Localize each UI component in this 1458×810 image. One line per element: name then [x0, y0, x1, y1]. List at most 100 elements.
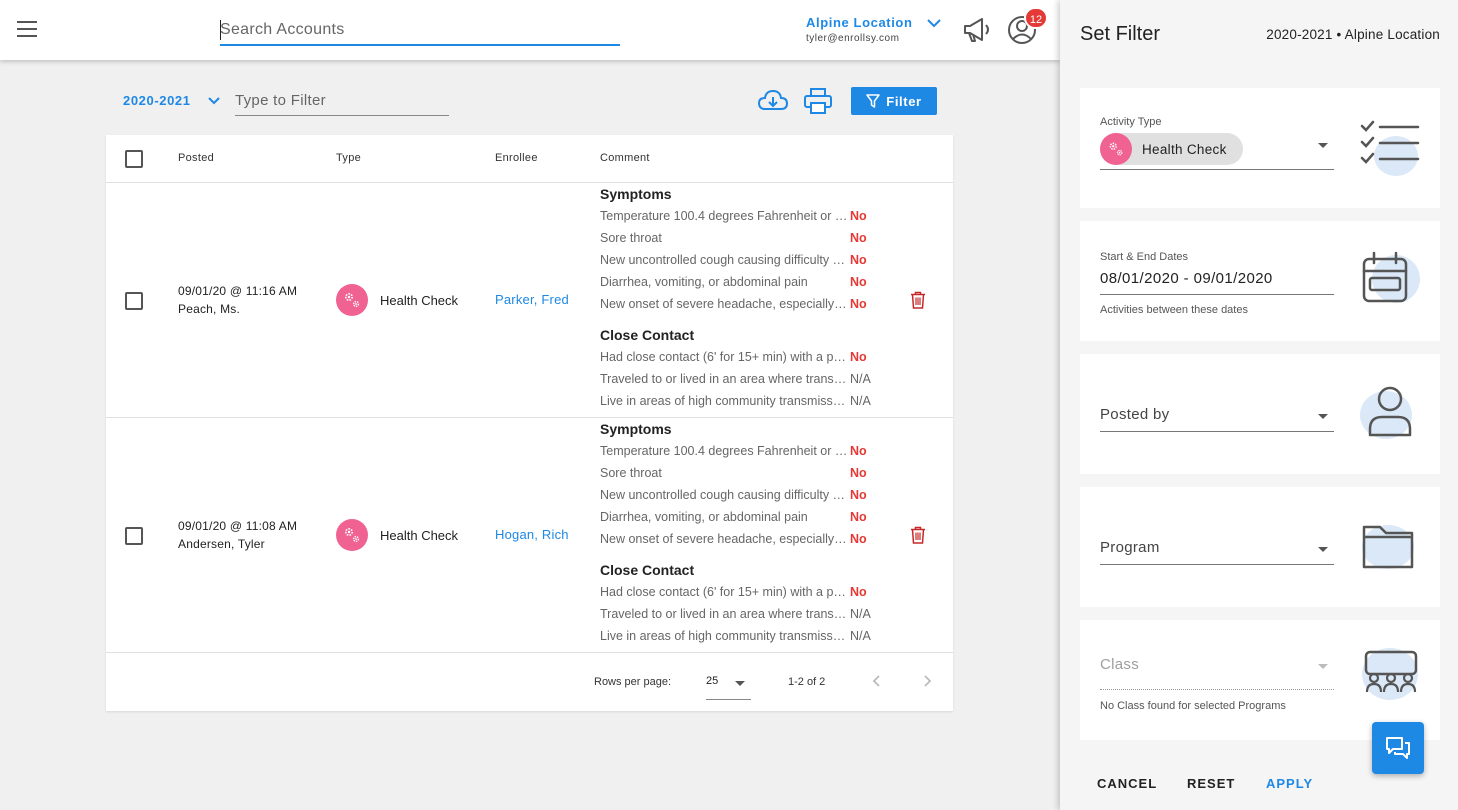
dropdown-arrow-icon: [1318, 664, 1328, 669]
posted-date: 09/01/20 @ 11:16 AM: [178, 284, 298, 298]
question-text: Live in areas of high community transmis…: [600, 394, 848, 408]
filter-input[interactable]: [235, 86, 449, 114]
question-text: Diarrhea, vomiting, or abdominal pain: [600, 275, 808, 289]
select-all-checkbox[interactable]: [125, 150, 143, 168]
question-text: Sore throat: [600, 231, 662, 245]
posted-cell: 09/01/20 @ 11:16 AM Peach, Ms.: [178, 282, 297, 318]
type-cell: Health Check: [336, 519, 458, 551]
answer-text: No: [850, 532, 867, 546]
list-item: Temperature 100.4 degrees Fahrenheit or …: [600, 205, 880, 227]
chevron-left-icon[interactable]: [869, 673, 885, 689]
activity-chip[interactable]: Health Check: [1100, 133, 1243, 165]
list-item: New onset of severe headache, especially…: [600, 293, 880, 315]
row-checkbox[interactable]: [125, 292, 143, 310]
answer-text: No: [850, 209, 867, 223]
header-enrollee[interactable]: Enrollee: [495, 152, 538, 164]
type-label: Health Check: [380, 527, 459, 543]
chevron-down-icon[interactable]: [925, 16, 943, 30]
apply-button[interactable]: APPLY: [1266, 776, 1313, 791]
chevron-down-icon[interactable]: [207, 95, 221, 107]
dropdown-arrow-icon[interactable]: [1318, 414, 1328, 419]
dropdown-arrow-icon[interactable]: [1318, 547, 1328, 552]
header-posted[interactable]: Posted: [178, 152, 214, 164]
menu-icon[interactable]: [17, 21, 37, 37]
header-type[interactable]: Type: [336, 152, 361, 164]
question-text: Traveled to or lived in an area where tr…: [600, 372, 848, 386]
answer-text: No: [850, 466, 867, 480]
dropdown-arrow-icon[interactable]: [1318, 143, 1328, 148]
activity-table: Posted Type Enrollee Comment 09/01/20 @ …: [106, 135, 953, 711]
posted-by-select[interactable]: Posted by: [1100, 402, 1334, 432]
symptoms-heading: Symptoms: [600, 421, 672, 437]
list-item: Diarrhea, vomiting, or abdominal pain No: [600, 271, 880, 293]
enrollee-link[interactable]: Parker, Fred: [495, 292, 569, 307]
program-select[interactable]: Program: [1100, 535, 1334, 565]
row-checkbox[interactable]: [125, 527, 143, 545]
text-cursor: [220, 20, 221, 40]
question-text: Live in areas of high community transmis…: [600, 629, 848, 643]
question-text: Temperature 100.4 degrees Fahrenheit or …: [600, 209, 848, 223]
close-contact-heading: Close Contact: [600, 327, 695, 343]
question-text: Had close contact (6' for 15+ min) with …: [600, 350, 848, 364]
top-app-bar: Alpine Location tyler@enrollsy.com 12: [0, 0, 1060, 60]
posted-by-card: Posted by: [1080, 354, 1440, 474]
answer-text: N/A: [850, 394, 871, 408]
chevron-right-icon[interactable]: [919, 673, 935, 689]
filter-button-label: Filter: [886, 93, 922, 109]
panel-title: Set Filter: [1080, 23, 1161, 45]
enrollee-link[interactable]: Hogan, Rich: [495, 527, 569, 542]
comment-cell: Symptoms Temperature 100.4 degrees Fahre…: [600, 183, 880, 412]
chat-icon: [1386, 737, 1410, 759]
close-contact-heading: Close Contact: [600, 562, 695, 578]
type-to-filter[interactable]: [235, 86, 449, 116]
activity-type-select[interactable]: Health Check: [1100, 132, 1334, 170]
posted-by-placeholder: Posted by: [1100, 406, 1170, 423]
panel-subtitle: 2020-2021 • Alpine Location: [1266, 27, 1440, 42]
print-icon[interactable]: [802, 87, 834, 115]
date-range-field[interactable]: 08/01/2020 - 09/01/2020: [1100, 267, 1334, 295]
notification-badge: 12: [1024, 7, 1048, 29]
header-comment[interactable]: Comment: [600, 152, 650, 164]
user-email: tyler@enrollsy.com: [806, 33, 900, 44]
location-name[interactable]: Alpine Location: [806, 15, 913, 30]
class-help: No Class found for selected Programs: [1100, 700, 1286, 712]
rows-per-page-value: 25: [706, 675, 719, 687]
rows-per-page-select[interactable]: 25: [706, 668, 751, 700]
symptoms-heading: Symptoms: [600, 186, 672, 202]
list-item: Sore throat No: [600, 462, 880, 484]
table-pagination: Rows per page: 25 1-2 of 2: [106, 653, 953, 711]
answer-text: No: [850, 510, 867, 524]
health-check-icon: [336, 284, 368, 316]
posted-date: 09/01/20 @ 11:08 AM: [178, 519, 298, 533]
answer-text: No: [850, 444, 867, 458]
cancel-button[interactable]: CANCEL: [1097, 776, 1157, 791]
person-icon: [1360, 386, 1412, 439]
question-text: Diarrhea, vomiting, or abdominal pain: [600, 510, 808, 524]
page-range: 1-2 of 2: [788, 676, 826, 688]
year-select[interactable]: 2020-2021: [123, 93, 191, 108]
list-item: Had close contact (6' for 15+ min) with …: [600, 346, 880, 368]
list-item: Sore throat No: [600, 227, 880, 249]
question-text: New uncontrolled cough causing difficult…: [600, 253, 848, 267]
date-range-value: 08/01/2020 - 09/01/2020: [1100, 270, 1273, 287]
cloud-download-icon[interactable]: [757, 87, 789, 115]
reset-button[interactable]: RESET: [1187, 776, 1235, 791]
trash-icon[interactable]: [910, 291, 926, 309]
filter-button[interactable]: Filter: [851, 87, 937, 115]
location-switcher[interactable]: Alpine Location tyler@enrollsy.com: [806, 15, 913, 44]
search-accounts[interactable]: [220, 16, 620, 46]
program-card: Program: [1080, 487, 1440, 607]
megaphone-icon[interactable]: [962, 16, 992, 44]
table-row: 09/01/20 @ 11:08 AM Andersen, Tyler Heal…: [106, 418, 953, 653]
chat-button[interactable]: [1372, 722, 1424, 774]
answer-text: N/A: [850, 607, 871, 621]
question-text: Had close contact (6' for 15+ min) with …: [600, 585, 848, 599]
search-input[interactable]: [220, 16, 620, 44]
activity-type-card: Activity Type Health Check: [1080, 88, 1440, 208]
question-text: Temperature 100.4 degrees Fahrenheit or …: [600, 444, 848, 458]
dates-label: Start & End Dates: [1100, 251, 1189, 263]
table-row: 09/01/20 @ 11:16 AM Peach, Ms. Health Ch…: [106, 183, 953, 418]
list-item: New uncontrolled cough causing difficult…: [600, 484, 880, 506]
trash-icon[interactable]: [910, 526, 926, 544]
type-cell: Health Check: [336, 284, 458, 316]
